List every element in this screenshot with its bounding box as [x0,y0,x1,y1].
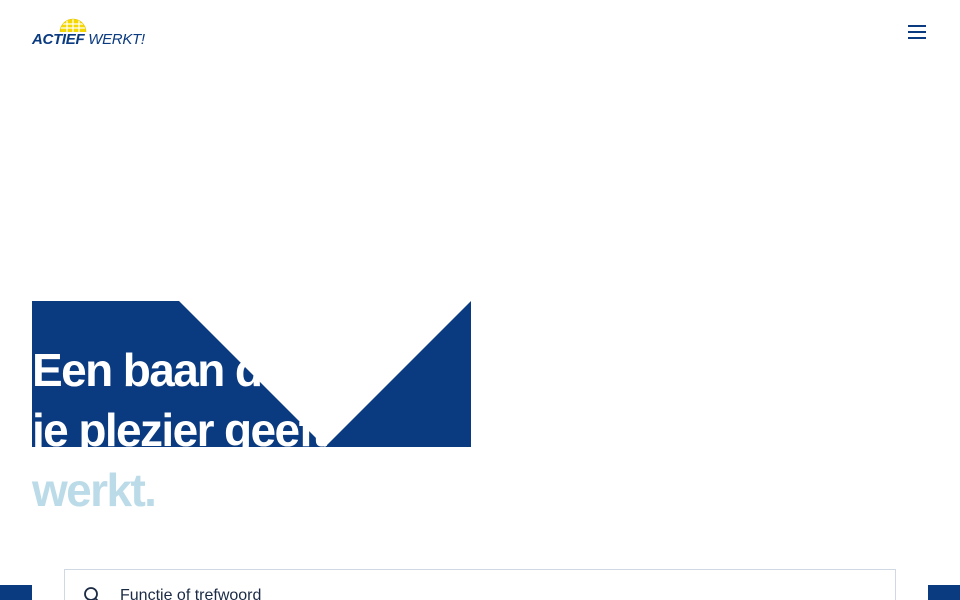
right-edge-tab [928,585,960,600]
search-input[interactable] [120,584,860,600]
headline-line-1: Een baan die [32,344,298,396]
logo-wordmark: ACTIEF WERKT! [32,31,145,49]
hero-headline: Een baan die je plezier geeft werkt. [32,340,328,520]
actief-werkt-logo[interactable]: ACTIEF WERKT! [32,15,145,51]
search-box [64,569,896,600]
page: ACTIEF WERKT! Een baan die je plezier ge… [0,0,960,600]
search-icon [84,587,99,600]
headline-line-2: je plezier geeft [32,404,328,456]
headline-line-3: werkt. [32,464,157,516]
menu-button[interactable] [902,18,932,46]
logo-word-actief: ACTIEF [32,31,85,48]
left-edge-tab [0,585,32,600]
logo-word-werkt: WERKT! [84,31,145,48]
